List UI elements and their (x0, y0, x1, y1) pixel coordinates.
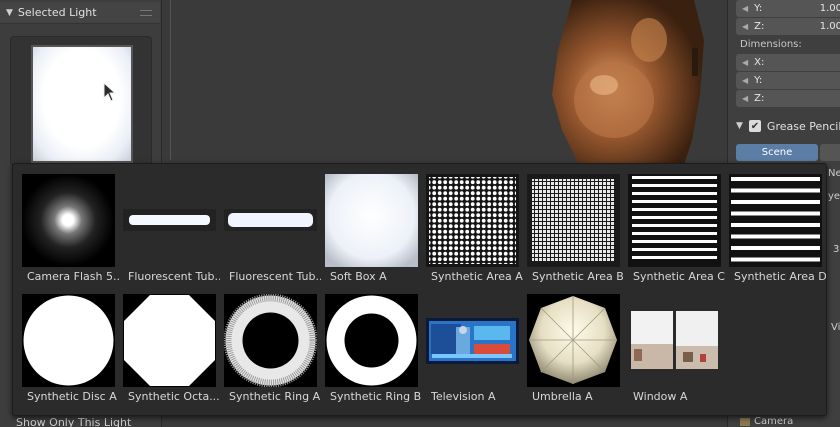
grease-pencil-row[interactable]: ▼ ✔ Grease Pencil (736, 116, 840, 136)
dimensions-label: Dimensions: (740, 39, 802, 50)
fluorescent-tube-icon (123, 209, 216, 231)
ring-textured-icon (224, 294, 317, 387)
camera-flash-icon (22, 174, 115, 267)
show-only-this-light-label[interactable]: Show Only This Light (16, 416, 131, 427)
drag-grip-icon[interactable] (140, 10, 152, 16)
television-icon (426, 318, 519, 364)
soft-box-icon (325, 174, 418, 267)
preset-tile[interactable]: Synthetic Ring A (215, 284, 320, 403)
scene-button[interactable]: Scene (736, 144, 818, 161)
umbrella-icon (527, 294, 620, 387)
panel-title: Selected Light (17, 6, 97, 19)
camera-icon (740, 417, 750, 426)
dimension-x-field[interactable]: ◀ X: (736, 54, 840, 71)
selected-light-header[interactable]: ▼ Selected Light (0, 2, 160, 24)
preset-tile[interactable]: Television A (417, 284, 519, 403)
camera-item[interactable]: Camera (740, 416, 793, 427)
preset-tile[interactable]: Synthetic Area B (518, 164, 624, 283)
truncated-label: ye (828, 191, 840, 202)
mouse-cursor-icon (103, 82, 117, 102)
collapse-triangle-icon[interactable]: ▼ (736, 121, 743, 131)
preset-tile[interactable]: Fluorescent Tub... (215, 164, 321, 283)
preset-tile[interactable]: Soft Box A (316, 164, 418, 283)
app-window: ▼ Selected Light Show Only This Light ◀ … (0, 0, 840, 427)
preset-tile[interactable]: Synthetic Area A (417, 164, 523, 283)
preset-tile[interactable]: Camera Flash 5... (13, 164, 119, 283)
selected-light-preview[interactable] (10, 36, 152, 166)
preset-tile[interactable]: Synthetic Ring B (316, 284, 421, 403)
truncated-value: 3 (833, 244, 840, 255)
decrement-arrow-icon[interactable]: ◀ (742, 58, 748, 67)
preset-tile[interactable]: Fluorescent Tub... (114, 164, 220, 283)
truncated-label: Ne (828, 168, 840, 179)
octagon-icon (123, 294, 216, 387)
preset-tile[interactable]: Synthetic Octa... (114, 284, 220, 403)
disc-icon (22, 294, 115, 387)
decrement-arrow-icon[interactable]: ◀ (742, 22, 748, 31)
viewport-divider (170, 0, 171, 160)
stripes-icon (628, 174, 721, 267)
fluorescent-tube-icon (224, 209, 317, 231)
grease-pencil-checkbox[interactable]: ✔ (748, 120, 761, 132)
scale-z-field[interactable]: ◀ Z: 1.00 (736, 18, 840, 35)
fine-grid-icon (527, 174, 620, 267)
dimension-z-field[interactable]: ◀ Z: (736, 90, 840, 107)
statue-render (552, 0, 704, 165)
preset-tile[interactable]: Window A (619, 284, 721, 403)
truncated-label: Vi (831, 322, 840, 333)
decrement-arrow-icon[interactable]: ◀ (742, 76, 748, 85)
window-icon (628, 308, 721, 372)
light-preset-menu: Camera Flash 5... Fluorescent Tub... Flu… (12, 163, 827, 416)
ring-icon (325, 294, 418, 387)
dimension-y-field[interactable]: ◀ Y: (736, 72, 840, 89)
preset-tile[interactable]: Synthetic Area D (720, 164, 826, 283)
preset-tile[interactable]: Synthetic Area C (619, 164, 725, 283)
preset-tile[interactable]: Synthetic Disc A (13, 284, 117, 403)
decrement-arrow-icon[interactable]: ◀ (742, 94, 748, 103)
wide-stripes-icon (729, 174, 822, 267)
soft-box-preview-image (33, 47, 131, 161)
grease-pencil-label: Grease Pencil (766, 119, 840, 133)
scale-y-field[interactable]: ◀ Y: 1.00 (736, 0, 840, 17)
object-button[interactable] (820, 144, 840, 161)
decrement-arrow-icon[interactable]: ◀ (742, 4, 748, 13)
dot-grid-icon (426, 174, 519, 267)
preset-tile[interactable]: Umbrella A (518, 284, 620, 403)
collapse-triangle-icon[interactable]: ▼ (6, 8, 13, 18)
